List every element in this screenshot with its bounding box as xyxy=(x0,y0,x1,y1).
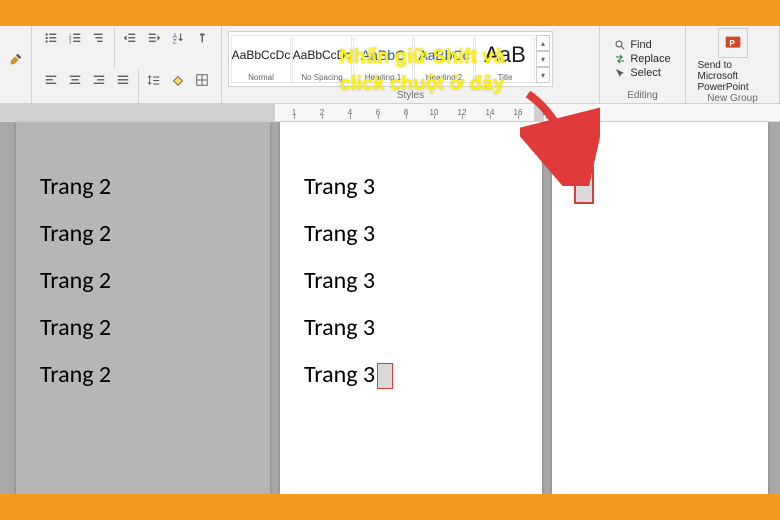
ruler-tick: 6 xyxy=(364,108,392,117)
select-label: Select xyxy=(630,67,661,79)
replace-icon xyxy=(614,53,626,65)
line-spacing-button[interactable] xyxy=(143,70,165,90)
show-marks-button[interactable] xyxy=(191,28,213,48)
ruler-tick: 8 xyxy=(392,108,420,117)
ruler-tick: 1 xyxy=(280,108,308,117)
annotation-text: Nhấn giữ Shift và click chuột ở đây xyxy=(292,44,552,98)
numbering-button[interactable]: 123 xyxy=(64,28,86,48)
align-right-button[interactable] xyxy=(88,70,110,90)
select-button[interactable]: Select xyxy=(614,67,670,79)
borders-button[interactable] xyxy=(191,70,213,90)
send-to-powerpoint-label: Send to Microsoft PowerPoint xyxy=(698,60,768,93)
text: Trang 3 xyxy=(304,360,375,389)
ribbon-group-paragraph: 123 AZ xyxy=(32,26,222,103)
text-line[interactable]: Trang 3 xyxy=(304,266,518,295)
ruler-tick: 14 xyxy=(476,108,504,117)
ribbon-group-editing: Find Replace Select Editing xyxy=(600,26,686,103)
style-normal[interactable]: AaBbCcDc Normal xyxy=(231,35,291,83)
text-line[interactable]: Trang 2 xyxy=(40,266,246,295)
text-line[interactable]: Trang 2 xyxy=(40,313,246,342)
find-label: Find xyxy=(630,39,651,51)
ruler-tick: 10 xyxy=(420,108,448,117)
select-icon xyxy=(614,67,626,79)
ruler-margin-left xyxy=(0,104,275,121)
annotation-arrow-icon xyxy=(520,86,600,186)
selection-start-marker xyxy=(377,363,393,389)
ruler-tick: 4 xyxy=(336,108,364,117)
sort-button[interactable]: AZ xyxy=(167,28,189,48)
powerpoint-icon: P xyxy=(718,28,748,58)
justify-button[interactable] xyxy=(112,70,134,90)
text: Trang 3 xyxy=(304,172,375,201)
separator xyxy=(114,28,115,68)
send-to-powerpoint-button[interactable]: P Send to Microsoft PowerPoint xyxy=(698,28,768,93)
replace-button[interactable]: Replace xyxy=(614,53,670,65)
align-center-button[interactable] xyxy=(64,70,86,90)
find-button[interactable]: Find xyxy=(614,39,670,51)
text-line[interactable]: Trang 3 xyxy=(304,172,518,201)
text-line[interactable]: Trang 2 xyxy=(40,219,246,248)
multilevel-list-button[interactable] xyxy=(88,28,110,48)
text: Trang 3 xyxy=(304,219,375,248)
text-line[interactable]: Trang 2 xyxy=(40,172,246,201)
document-area[interactable]: Trang 2 Trang 2 Trang 2 Trang 2 Trang 2 … xyxy=(0,122,780,494)
ribbon-group-partial xyxy=(0,26,32,103)
text-line[interactable]: Trang 3 xyxy=(304,219,518,248)
bullets-button[interactable] xyxy=(40,28,62,48)
editing-group-label: Editing xyxy=(627,90,658,103)
horizontal-ruler[interactable]: 1 2 4 6 8 10 12 14 16 18 xyxy=(0,104,780,122)
ribbon-group-new: P Send to Microsoft PowerPoint New Group xyxy=(686,26,780,103)
ruler-tick: 12 xyxy=(448,108,476,117)
svg-text:3: 3 xyxy=(69,39,72,44)
text-line[interactable]: Trang 3 xyxy=(304,313,518,342)
svg-text:P: P xyxy=(729,39,735,48)
shading-button[interactable] xyxy=(167,70,189,90)
text: Trang 3 xyxy=(304,266,375,295)
svg-text:Z: Z xyxy=(173,38,177,45)
text: Trang 3 xyxy=(304,313,375,342)
ruler-tick: 2 xyxy=(308,108,336,117)
decrease-indent-button[interactable] xyxy=(119,28,141,48)
align-left-button[interactable] xyxy=(40,70,62,90)
text-line[interactable]: Trang 2 xyxy=(40,360,246,389)
annotation-line-2: click chuột ở đây xyxy=(340,73,504,95)
increase-indent-button[interactable] xyxy=(143,28,165,48)
painter-button[interactable] xyxy=(5,49,27,69)
text-line[interactable]: Trang 3 xyxy=(304,360,518,389)
page-2[interactable]: Trang 2 Trang 2 Trang 2 Trang 2 Trang 2 xyxy=(16,122,270,494)
page-3[interactable]: Trang 3 Trang 3 Trang 3 Trang 3 Trang 3 xyxy=(280,122,542,494)
annotation-line-1: Nhấn giữ Shift và xyxy=(339,46,505,68)
find-icon xyxy=(614,39,626,51)
replace-label: Replace xyxy=(630,53,670,65)
ribbon-group-label xyxy=(14,90,17,103)
